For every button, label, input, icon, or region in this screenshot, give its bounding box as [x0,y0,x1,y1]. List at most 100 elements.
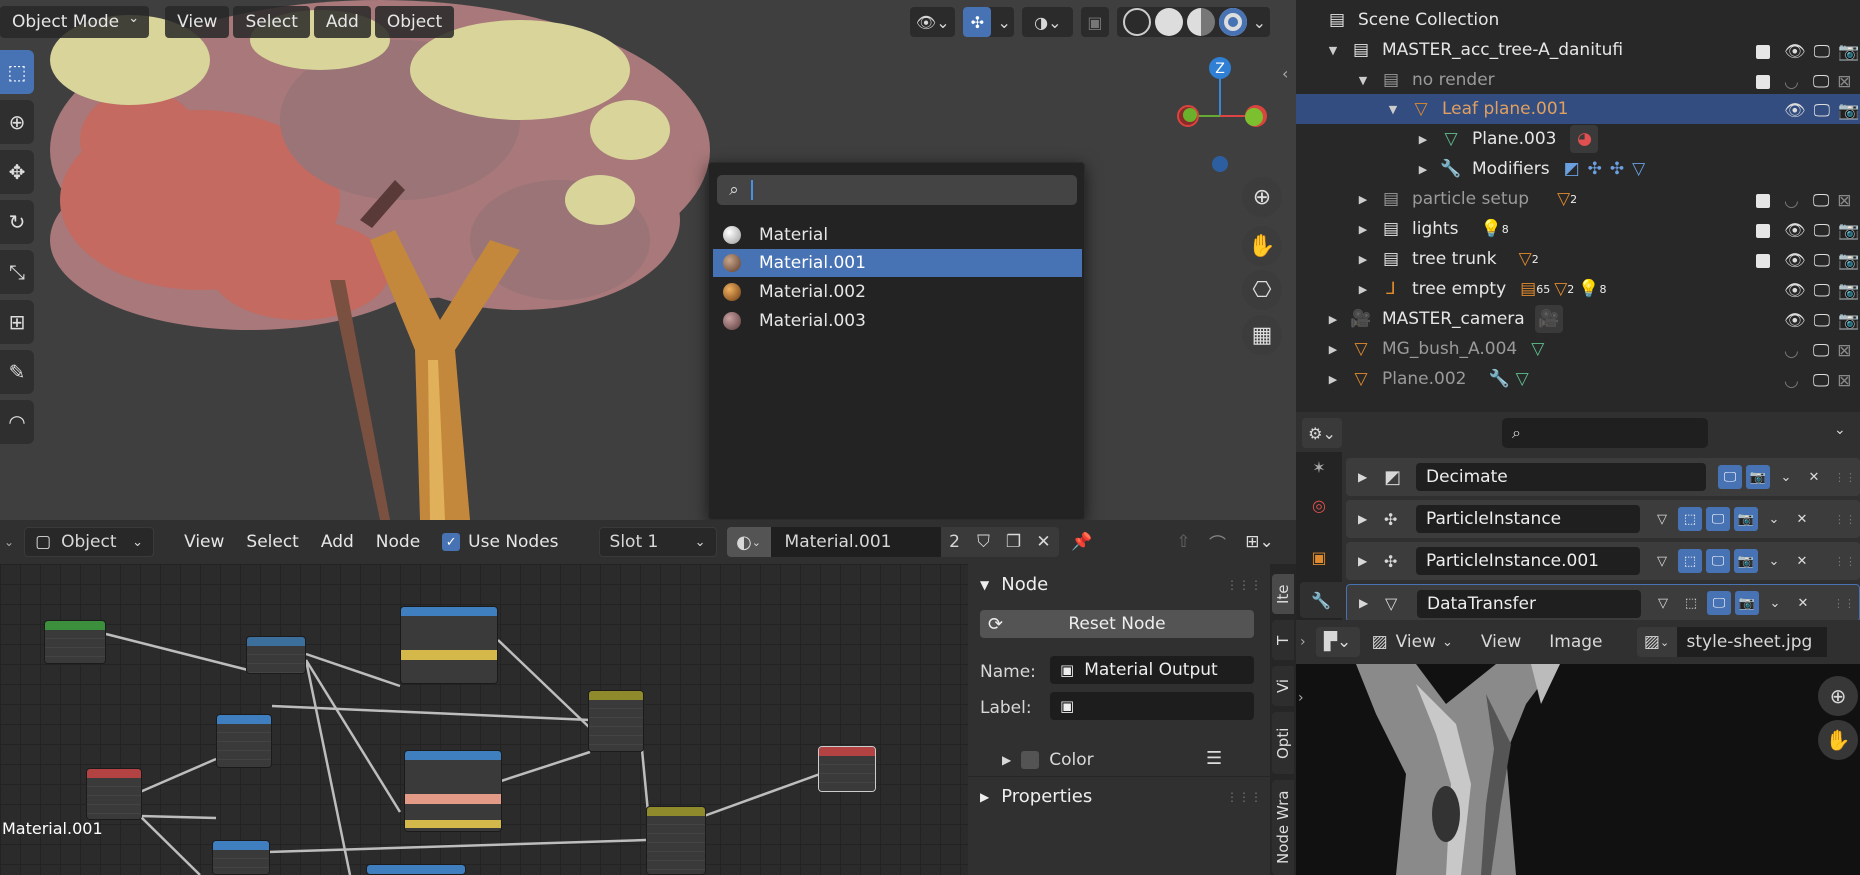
scale-icon[interactable]: ⤡ [0,250,34,294]
edit-mode-icon[interactable]: ⬚ [1678,507,1702,531]
render-icon[interactable]: 📷 [1838,42,1859,62]
modifier-panel-active[interactable]: ▶ ▽ DataTransfer ▽ ⬚ 🖵 📷 ⌄ ✕ ⋮⋮ [1346,584,1860,622]
modifier-panel[interactable]: ▶ ✣ ParticleInstance ▽ ⬚ 🖵 📷 ⌄ ✕ ⋮⋮ [1346,500,1860,538]
less-than-node[interactable] [212,840,270,875]
chevron-down-icon[interactable]: ⌄ [1834,422,1846,438]
rotate-icon[interactable]: ↻ [0,200,34,244]
eye-icon[interactable]: 👁 [1784,42,1806,62]
node-menu-node[interactable]: Node [376,532,420,552]
edit-cage-icon[interactable]: ▽ [1650,507,1674,531]
exclude-checkbox[interactable] [1756,224,1770,238]
node-menu-select[interactable]: Select [246,532,298,552]
render-icon[interactable]: 📷 [1746,465,1770,489]
node-section-header[interactable]: ▼ Node [980,574,1048,595]
eye-icon[interactable]: 👁 [1784,101,1806,121]
drag-handle-icon[interactable]: ⋮⋮ [1834,513,1856,526]
drag-handle-icon[interactable]: ⋮⋮⋮ [1226,790,1262,804]
chevron-right-icon[interactable]: ▶ [1326,343,1340,356]
chevron-down-icon[interactable]: ▼ [1356,74,1370,87]
chevron-down-icon[interactable]: ⌄ [4,535,14,549]
camera-icon[interactable]: ⎔ [1242,270,1282,310]
close-icon[interactable]: ✕ [1790,507,1814,531]
modifier-panel[interactable]: ▶ ✣ ParticleInstance.001 ▽ ⬚ 🖵 📷 ⌄ ✕ ⋮⋮ [1346,542,1860,580]
tab-options[interactable]: Opti [1272,712,1294,774]
editor-type-icon[interactable]: ▛⌄ [1315,627,1360,657]
chevron-right-icon[interactable]: ▶ [1326,373,1340,386]
chevron-right-icon[interactable]: ▶ [1326,313,1340,326]
chevron-right-icon[interactable]: ▶ [1359,596,1368,610]
duplicate-icon[interactable]: ❐ [998,527,1029,557]
chevron-right-icon[interactable]: ▶ [1416,163,1430,176]
chevron-right-icon[interactable]: ▶ [1356,253,1370,266]
mix-node[interactable] [646,806,706,875]
hand-icon[interactable]: ✋ [1818,720,1858,760]
image-menu-image[interactable]: Image [1549,632,1602,652]
monitor-icon[interactable]: 🖵 [1814,251,1830,271]
mode-dropdown[interactable]: Object Mode ⌄ [0,6,150,38]
exclude-checkbox[interactable] [1756,75,1770,89]
chevron-down-icon[interactable]: ⌄ [1762,549,1786,573]
color-subpanel[interactable]: ▶ Color [1002,750,1094,770]
material-name-field[interactable]: Material.001 [770,527,941,557]
render-icon[interactable]: 📷 [1734,507,1758,531]
move-icon[interactable]: ✥ [0,150,34,194]
solid-shading-icon[interactable] [1154,8,1183,36]
3d-viewport[interactable]: Object Mode ⌄ View Select Add Object 👁⌄ … [0,0,1296,520]
monitor-icon[interactable]: 🖵 [1814,221,1830,241]
chevron-down-icon[interactable]: ▼ [1326,44,1340,57]
image-name-field[interactable]: style-sheet.jpg [1676,627,1827,657]
tab-node-wrangler[interactable]: Node Wra [1272,780,1294,875]
monitor-icon[interactable]: 🖵 [1706,507,1730,531]
chevron-right-icon[interactable]: ▶ [1358,470,1367,484]
slot-dropdown[interactable]: Slot 1 ⌄ [598,527,717,557]
material-icon[interactable]: ◕ [1570,125,1599,153]
menu-view[interactable]: View [165,6,230,38]
overlay-icon[interactable]: ◑⌄ [1022,7,1074,37]
view-mode-dropdown[interactable]: ▨ View ⌄ [1372,632,1453,652]
modifier-name-field[interactable]: DataTransfer [1417,590,1641,618]
eye-icon[interactable]: 👁 [1784,251,1806,271]
monitor-icon[interactable]: 🖵 [1706,549,1730,573]
render-icon[interactable]: 📷 [1838,281,1859,301]
chevron-down-icon[interactable]: ▼ [1386,103,1400,116]
object-info-node[interactable] [86,768,142,820]
node-name-field[interactable]: ▣ Material Output [1050,656,1254,684]
eye-icon[interactable]: 👁 [1784,221,1806,241]
monitor-icon[interactable]: 🖵 [1814,101,1830,121]
tab-item[interactable]: Ite [1272,574,1294,614]
snap-icon[interactable]: ⌒ [1203,527,1233,557]
navigation-gizmo[interactable]: Z [1170,50,1280,180]
browse-material-button[interactable]: ◐ ⌄ [726,527,771,557]
zoom-icon[interactable]: ⊕ [1818,676,1858,716]
eye-closed-icon[interactable]: ◡ [1784,341,1799,361]
properties-section-header[interactable]: ▶ Properties [980,786,1092,807]
select-box-icon[interactable]: ⬚ [0,50,34,94]
chevron-right-icon[interactable]: ▶ [1416,133,1430,146]
monitor-icon[interactable]: 🖵 [1813,191,1829,211]
material-item[interactable]: Material.003 [713,307,1082,335]
chevron-down-icon[interactable]: ⌄ [1763,591,1787,615]
edit-mode-icon[interactable]: ⬚ [1679,591,1703,615]
monitor-icon[interactable]: 🖵 [1814,281,1830,301]
grid-icon[interactable]: ▦ [1242,315,1282,355]
parent-tree-icon[interactable]: ⇧ [1169,527,1199,557]
tab-tool[interactable]: T [1272,620,1294,660]
close-icon[interactable]: ✕ [1790,549,1814,573]
transform-icon[interactable]: ⊞ [0,300,34,344]
node-menu-view[interactable]: View [184,532,224,552]
mix-node[interactable] [588,690,644,752]
render-off-icon[interactable]: ⊠ [1837,371,1851,391]
modifier-name-field[interactable]: ParticleInstance.001 [1416,547,1640,575]
reset-node-button[interactable]: ⟳ Reset Node [980,610,1254,638]
render-icon[interactable]: 📷 [1838,101,1859,121]
material-search[interactable]: ⌕ [717,175,1077,205]
properties-search[interactable]: ⌕ [1502,418,1708,448]
close-icon[interactable]: ✕ [1802,465,1826,489]
render-off-icon[interactable]: ⊠ [1837,341,1851,361]
render-icon[interactable]: 📷 [1734,549,1758,573]
image-menu-view[interactable]: View [1481,632,1521,652]
measure-icon[interactable]: ◠ [0,400,34,444]
exclude-checkbox[interactable] [1756,194,1770,208]
shader-to-rgb-node[interactable] [246,636,306,674]
monitor-icon[interactable]: 🖵 [1707,591,1731,615]
